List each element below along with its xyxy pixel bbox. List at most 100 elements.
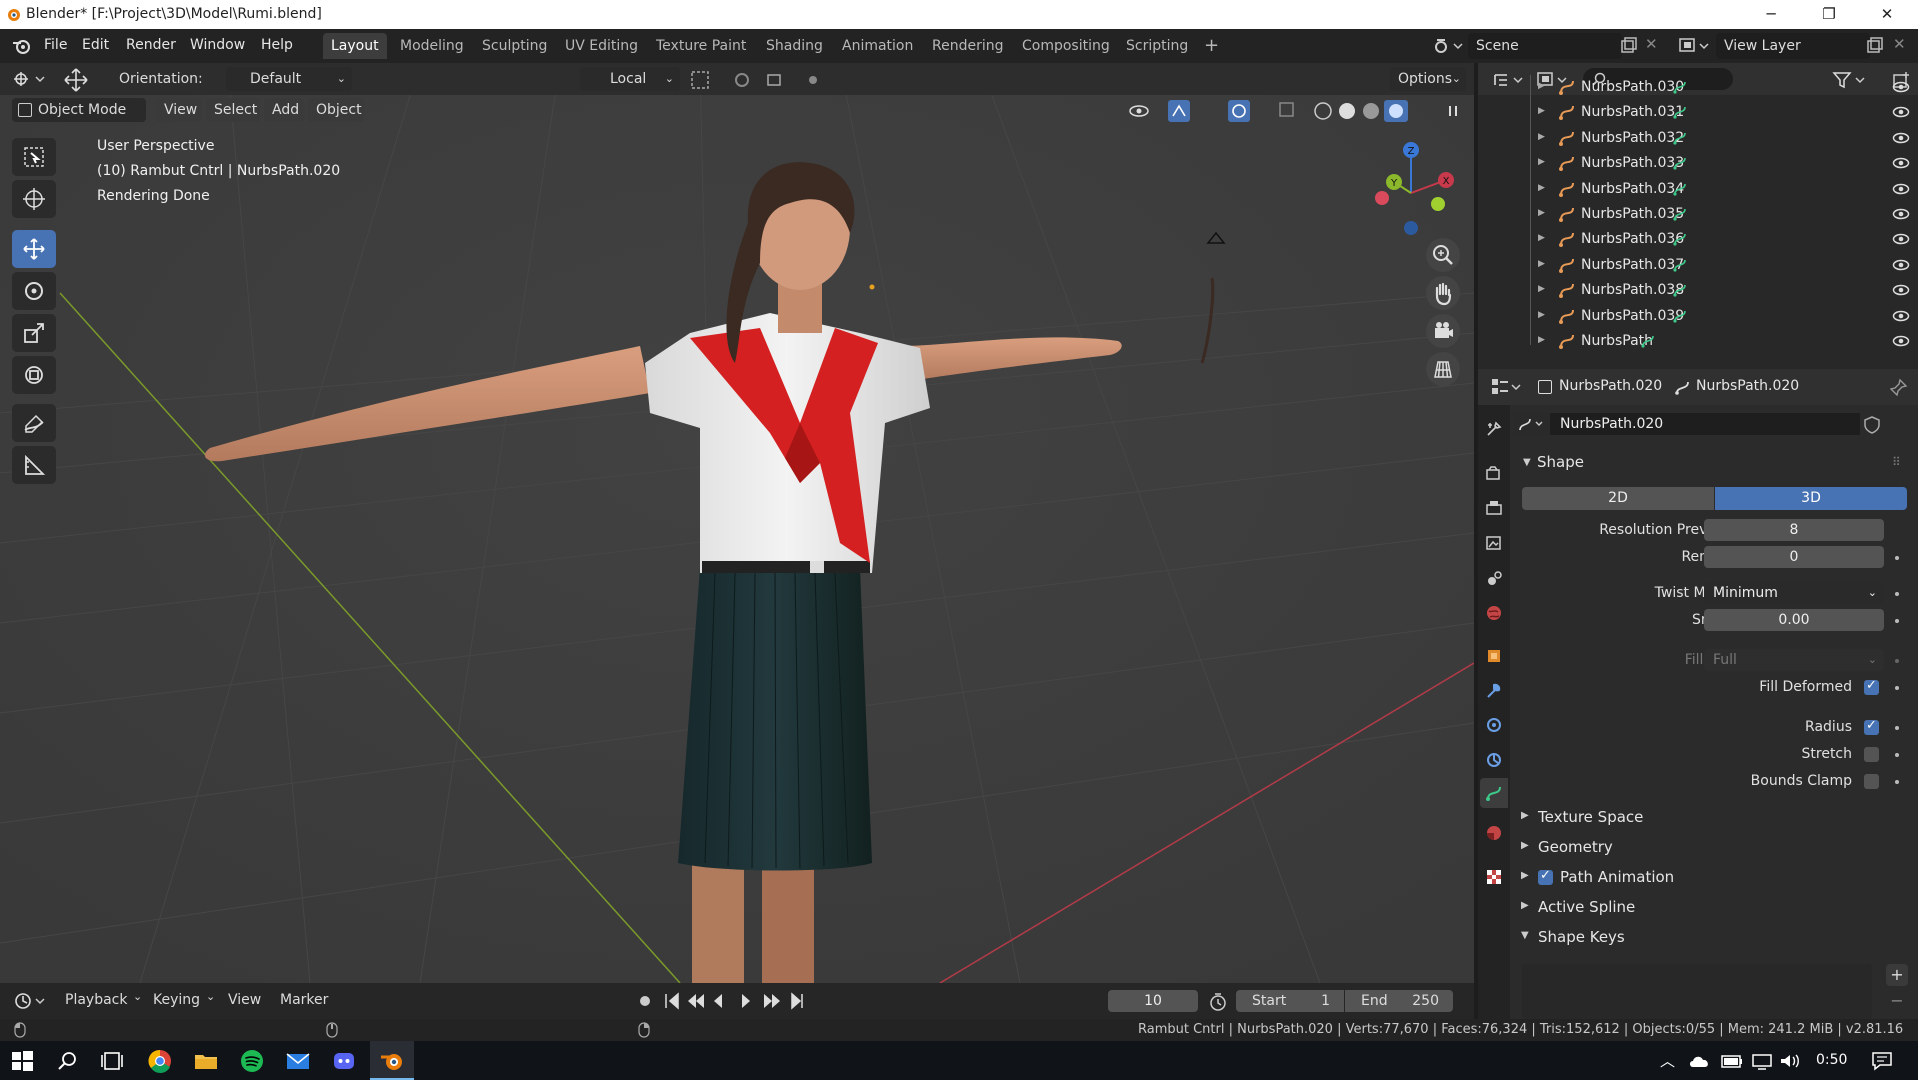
start-frame-field[interactable]: Start 1	[1236, 990, 1344, 1012]
blender-menu-icon[interactable]	[12, 37, 32, 55]
outliner-row[interactable]: ▶ NurbsPath.035	[1478, 202, 1918, 227]
fill-mode-dropdown[interactable]: Full ⌄	[1704, 649, 1884, 671]
dimension-2d-button[interactable]: 2D	[1522, 487, 1714, 510]
path-animation-checkbox[interactable]	[1538, 868, 1553, 885]
add-shape-key-button[interactable]: +	[1886, 964, 1908, 986]
eye-icon[interactable]	[1892, 257, 1910, 273]
tool-tab-icon[interactable]	[1485, 420, 1503, 438]
eye-icon[interactable]	[1892, 308, 1910, 324]
viewport-shading-controls[interactable]	[1124, 98, 1474, 124]
blender-taskbar-button[interactable]	[370, 1041, 414, 1080]
bounds-clamp-checkbox[interactable]	[1864, 774, 1879, 789]
select-menu[interactable]: Select	[206, 98, 260, 122]
transform-move-icon[interactable]	[62, 67, 90, 93]
end-frame-field[interactable]: End 250	[1345, 990, 1453, 1012]
battery-icon[interactable]	[1720, 1052, 1744, 1070]
tab-layout[interactable]: Layout	[323, 33, 387, 59]
maximize-button[interactable]: ❐	[1806, 0, 1852, 29]
keyframe-dot[interactable]	[1895, 556, 1899, 560]
tab-compositing[interactable]: Compositing	[1014, 33, 1118, 59]
outliner-row[interactable]: ▶ NurbsPath	[1478, 329, 1918, 354]
current-frame-field[interactable]: 10	[1108, 990, 1198, 1012]
view-layer-selector-icon[interactable]	[1678, 36, 1712, 56]
add-workspace-button[interactable]: +	[1196, 33, 1227, 59]
render-u-field[interactable]: 0	[1704, 546, 1884, 568]
object-menu[interactable]: Object	[308, 98, 364, 122]
file-explorer-icon[interactable]	[192, 1047, 220, 1075]
scale-tool[interactable]	[12, 314, 56, 352]
view-layer-tab-icon[interactable]	[1485, 534, 1503, 552]
outliner-row[interactable]: ▶ NurbsPath.032	[1478, 126, 1918, 151]
3d-viewport[interactable]: User Perspective (10) Rambut Cntrl | Nur…	[0, 63, 1474, 983]
properties-editor-type-icon[interactable]	[1490, 377, 1526, 397]
menu-render[interactable]: Render	[126, 37, 176, 53]
world-tab-icon[interactable]	[1485, 604, 1503, 622]
output-tab-icon[interactable]	[1485, 499, 1503, 517]
task-view-icon[interactable]	[98, 1047, 126, 1075]
marker-menu[interactable]: Marker	[280, 992, 328, 1008]
keyframe-dot[interactable]	[1895, 686, 1899, 690]
select-box-tool[interactable]	[12, 138, 56, 176]
eye-icon[interactable]	[1892, 104, 1910, 120]
menu-edit[interactable]: Edit	[82, 37, 109, 53]
modifier-tab-icon[interactable]	[1485, 682, 1503, 700]
annotate-tool[interactable]	[12, 404, 56, 442]
pivot-dropdown[interactable]: Local ⌄	[580, 67, 680, 91]
radius-checkbox[interactable]	[1864, 718, 1879, 735]
panel-collapse-icon[interactable]: ▼	[1523, 457, 1531, 468]
eye-icon[interactable]	[1892, 282, 1910, 298]
clock[interactable]: 0:50	[1816, 1052, 1847, 1068]
tab-texture-paint[interactable]: Texture Paint	[648, 33, 754, 59]
object-tab-icon[interactable]	[1485, 647, 1503, 665]
onedrive-icon[interactable]	[1688, 1052, 1712, 1070]
tray-chevron-icon[interactable]: ︿	[1660, 1050, 1675, 1071]
keyframe-dot[interactable]	[1895, 753, 1899, 757]
notifications-icon[interactable]	[1870, 1051, 1894, 1071]
expand-arrow-icon[interactable]: ▶	[1538, 208, 1545, 218]
tab-scripting[interactable]: Scripting	[1118, 33, 1196, 59]
delete-view-layer-icon[interactable]: ✕	[1893, 35, 1906, 53]
outliner-row[interactable]: ▶ NurbsPath.038	[1478, 278, 1918, 303]
expand-arrow-icon[interactable]: ▶	[1538, 233, 1545, 243]
render-tab-icon[interactable]	[1485, 464, 1503, 482]
shape-panel-header[interactable]: Shape	[1537, 453, 1584, 471]
keyframe-dot[interactable]	[1895, 780, 1899, 784]
spotify-icon[interactable]	[238, 1047, 266, 1075]
perspective-toggle-icon[interactable]	[1426, 352, 1460, 386]
eye-icon[interactable]	[1892, 333, 1910, 349]
search-icon[interactable]	[54, 1047, 82, 1075]
tab-rendering[interactable]: Rendering	[924, 33, 1012, 59]
scene-selector-icon[interactable]	[1432, 36, 1464, 56]
playback-menu[interactable]: Playback	[65, 992, 127, 1008]
stopwatch-icon[interactable]	[1208, 992, 1228, 1012]
outliner-row[interactable]: ▶ NurbsPath.034	[1478, 177, 1918, 202]
keyframe-dot[interactable]	[1895, 592, 1899, 596]
active-spline-panel[interactable]: ▶ Active Spline	[1514, 896, 1914, 920]
add-menu[interactable]: Add	[264, 98, 304, 122]
data-tab-active[interactable]	[1480, 778, 1508, 808]
eye-icon[interactable]	[1892, 155, 1910, 171]
resolution-preview-field[interactable]: 8	[1704, 519, 1884, 541]
texture-tab-icon[interactable]	[1485, 868, 1503, 886]
mail-icon[interactable]	[284, 1047, 312, 1075]
close-button[interactable]: ✕	[1864, 0, 1910, 29]
outliner-row[interactable]: ▶ NurbsPath.036	[1478, 227, 1918, 252]
menu-help[interactable]: Help	[261, 37, 293, 53]
expand-arrow-icon[interactable]: ▶	[1538, 183, 1545, 193]
delete-scene-icon[interactable]: ✕	[1645, 35, 1658, 53]
expand-arrow-icon[interactable]: ▶	[1538, 310, 1545, 320]
rotate-tool[interactable]	[12, 272, 56, 310]
pan-hand-icon[interactable]	[1426, 276, 1460, 310]
shape-keys-list[interactable]	[1522, 964, 1872, 1019]
transform-tool[interactable]	[12, 356, 56, 394]
snapping-controls[interactable]	[690, 69, 820, 91]
camera-view-icon[interactable]	[1426, 314, 1460, 348]
options-dropdown[interactable]: Options ⌄	[1390, 67, 1466, 91]
path-animation-panel[interactable]: ▶ Path Animation	[1514, 866, 1914, 890]
fill-deformed-checkbox[interactable]	[1864, 678, 1879, 695]
eye-icon[interactable]	[1892, 206, 1910, 222]
view-menu[interactable]: View	[156, 98, 202, 122]
orientation-dropdown[interactable]: Default ⌄	[226, 67, 352, 91]
navigation-gizmo[interactable]: Z X Y	[1364, 138, 1464, 238]
smooth-field[interactable]: 0.00	[1704, 609, 1884, 631]
